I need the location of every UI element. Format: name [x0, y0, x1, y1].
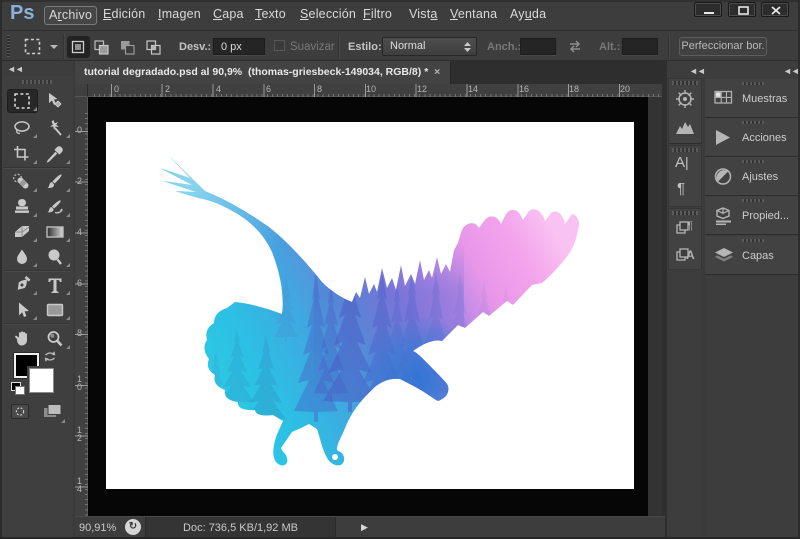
svg-text:A: A	[686, 248, 695, 262]
svg-text:¶: ¶	[687, 220, 693, 232]
